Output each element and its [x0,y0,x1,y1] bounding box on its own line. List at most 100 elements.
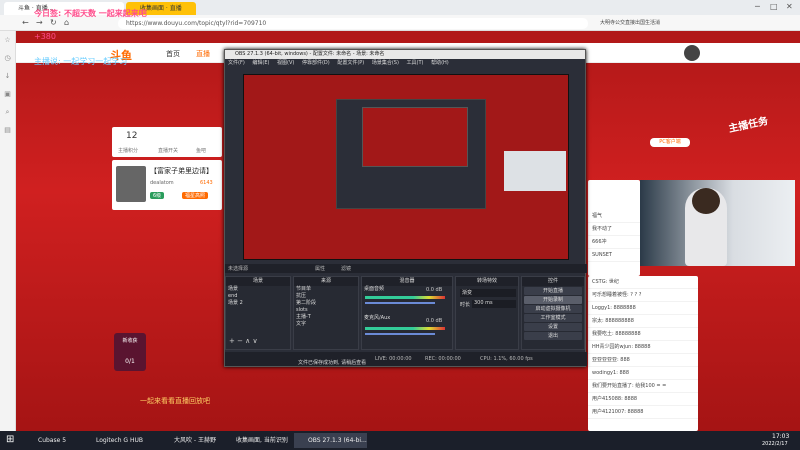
sources-dock: 来源 节目单 抗压 第二阶段 slots 主播-T 文字 [293,276,359,350]
follow-button[interactable]: 福星高照 [182,192,209,199]
menu-file[interactable]: 文件(F) [228,60,245,66]
volume-slider[interactable] [365,302,435,304]
no-source-label: 未选择源 [228,266,249,272]
add-scene-button[interactable]: + − ∧ ∨ [229,337,258,345]
start-icon[interactable]: ⊞ [6,434,14,445]
taskbar-item[interactable]: 收集画面, 当前识别 [222,433,288,448]
room-stats-panel: 12 主播积分 直播开关 鱼吧 [112,127,222,157]
obs-status-bar: LIVE: 00:00:00 REC: 00:00:00 CPU: 1.1%, … [225,352,587,366]
source-item[interactable]: 节目单 [294,286,358,293]
chat-message: HH青少园的wjun: 88888 [588,341,698,354]
room-user: dealatom [150,180,174,186]
streamer-avatar[interactable] [116,166,146,202]
sidebar-history-icon[interactable]: ◷ [0,49,15,67]
properties-button[interactable]: 属性 [315,265,325,272]
menu-view[interactable]: 视图(V) [277,60,294,66]
room-badge: 6级 [150,192,165,199]
chat-panel: CSTG: 世纪 可乐想睡着被怪: ? ? ? Loggy1: 8888888 … [588,276,698,431]
source-item[interactable]: 抗压 [294,293,358,300]
start-streaming-button[interactable]: 开始直播 [524,287,582,295]
obs-preview[interactable] [243,74,569,260]
stat-label: 直播开关 [158,148,179,154]
chat-message: CSTG: 世纪 [588,276,698,289]
transition-select[interactable]: 渐变 [460,289,516,297]
menu-profile[interactable]: 配置文件(P) [337,60,364,66]
taskbar-item[interactable]: 大风吹 - 王赫野 [160,433,216,448]
forward-icon[interactable]: → [36,18,43,27]
chat-message: 我要吃土: 88888888 [588,328,698,341]
source-item[interactable]: 第二阶段 [294,300,358,307]
chat-message: 用户415088: 8888 [588,393,698,406]
room-num: 6143 [200,180,213,186]
overlay-line-3: 主播说: 一起学习一起学习 [34,57,128,66]
back-icon[interactable]: ← [22,18,29,27]
dock-header: 场景 [226,277,290,286]
gift-item[interactable]: SUNSET [588,249,640,262]
taskbar-item[interactable]: Cubase 5 [24,433,66,448]
taskbar-item[interactable]: OBS 27.1.3 (64-bi... [294,433,367,448]
settings-button[interactable]: 设置 [524,323,582,331]
reload-icon[interactable]: ↻ [50,18,57,27]
menu-help[interactable]: 帮助(H) [431,60,449,66]
duration-input[interactable]: 300 ms [472,300,516,308]
menu-tools[interactable]: 工具(T) [407,60,424,66]
preview-nested-inner [362,107,468,167]
chat-message: 我们要开始直播了: 给我100 = = [588,380,698,393]
volume-meter [365,296,445,299]
source-item[interactable]: 主播-T [294,314,358,321]
close-icon[interactable]: ✕ [786,2,793,11]
event-badge[interactable]: 新收获 0/1 [114,333,146,371]
stat-label: 鱼吧 [196,148,207,154]
gift-item[interactable]: 666冲 [588,236,640,249]
streamer-head [692,188,720,214]
chat-message: 宗太: 888888888 [588,315,698,328]
gift-item[interactable]: 福气 [588,210,640,223]
sidebar-search-icon[interactable]: ⌕ [0,103,15,121]
taskbar-item[interactable]: Logitech G HUB [82,433,143,448]
pc-client-button[interactable]: PC客户端 [650,138,690,147]
maximize-icon[interactable]: □ [770,2,778,11]
clock-time: 17:03 [772,433,790,440]
menu-edit[interactable]: 编辑(E) [252,60,269,66]
filters-button[interactable]: 滤镜 [341,265,351,272]
nav-home[interactable]: 首页 [166,49,180,59]
chat-message: 亚亚亚亚亚: 888 [588,354,698,367]
nav-live[interactable]: 直播 [196,49,210,59]
scene-item[interactable]: 场景 2 [226,300,290,307]
transitions-dock: 转场特效 渐变 时长 300 ms [455,276,519,350]
exit-button[interactable]: 退出 [524,332,582,340]
gift-panel: 福气 我不动了 666冲 SUNSET [588,180,640,276]
dock-header: 混音器 [362,277,452,286]
user-avatar[interactable] [684,45,700,61]
windows-taskbar: ⊞ Cubase 5 Logitech G HUB 大风吹 - 王赫野 收集画面… [0,431,800,450]
sidebar-download-icon[interactable]: ↓ [0,67,15,85]
home-icon[interactable]: ⌂ [64,18,69,27]
volume-meter [365,327,445,330]
sidebar-doc-icon[interactable]: ▤ [0,121,15,139]
source-item[interactable]: 文字 [294,321,358,328]
url-input[interactable]: https://www.douyu.com/topic/qtyl?rid=709… [118,18,588,29]
gift-count: 0/1 [125,358,135,365]
virtual-camera-button[interactable]: 启动虚拟摄像机 [524,305,582,313]
menu-docks[interactable]: 停靠部件(D) [302,60,330,66]
preview-webcam [504,151,566,191]
duration-label: 时长 [460,302,471,308]
dock-header: 控件 [522,277,584,286]
source-item[interactable]: slots [294,307,358,314]
event-label: 新收获 [122,338,138,344]
dock-header: 转场特效 [456,277,518,286]
chat-message: 可乐想睡着被怪: ? ? ? [588,289,698,302]
sidebar-star-icon[interactable]: ☆ [0,31,15,49]
scenes-dock: 场景 场景 end 场景 2 + − ∧ ∨ [225,276,291,350]
gift-item[interactable]: 我不动了 [588,223,640,236]
search-suggest[interactable]: 大明寺公交直接出国生活消 [600,19,660,26]
bottom-caption: 一起来看看直播回放吧 [140,397,210,405]
menu-scene-collection[interactable]: 场景集合(S) [372,60,399,66]
volume-slider[interactable] [365,333,435,335]
studio-mode-button[interactable]: 工作室模式 [524,314,582,322]
start-recording-button[interactable]: 开始录制 [524,296,582,304]
minimize-icon[interactable]: ─ [755,2,760,11]
scene-item[interactable]: end [226,293,290,300]
sidebar-app-icon[interactable]: ▣ [0,85,15,103]
scene-item[interactable]: 场景 [226,286,290,293]
